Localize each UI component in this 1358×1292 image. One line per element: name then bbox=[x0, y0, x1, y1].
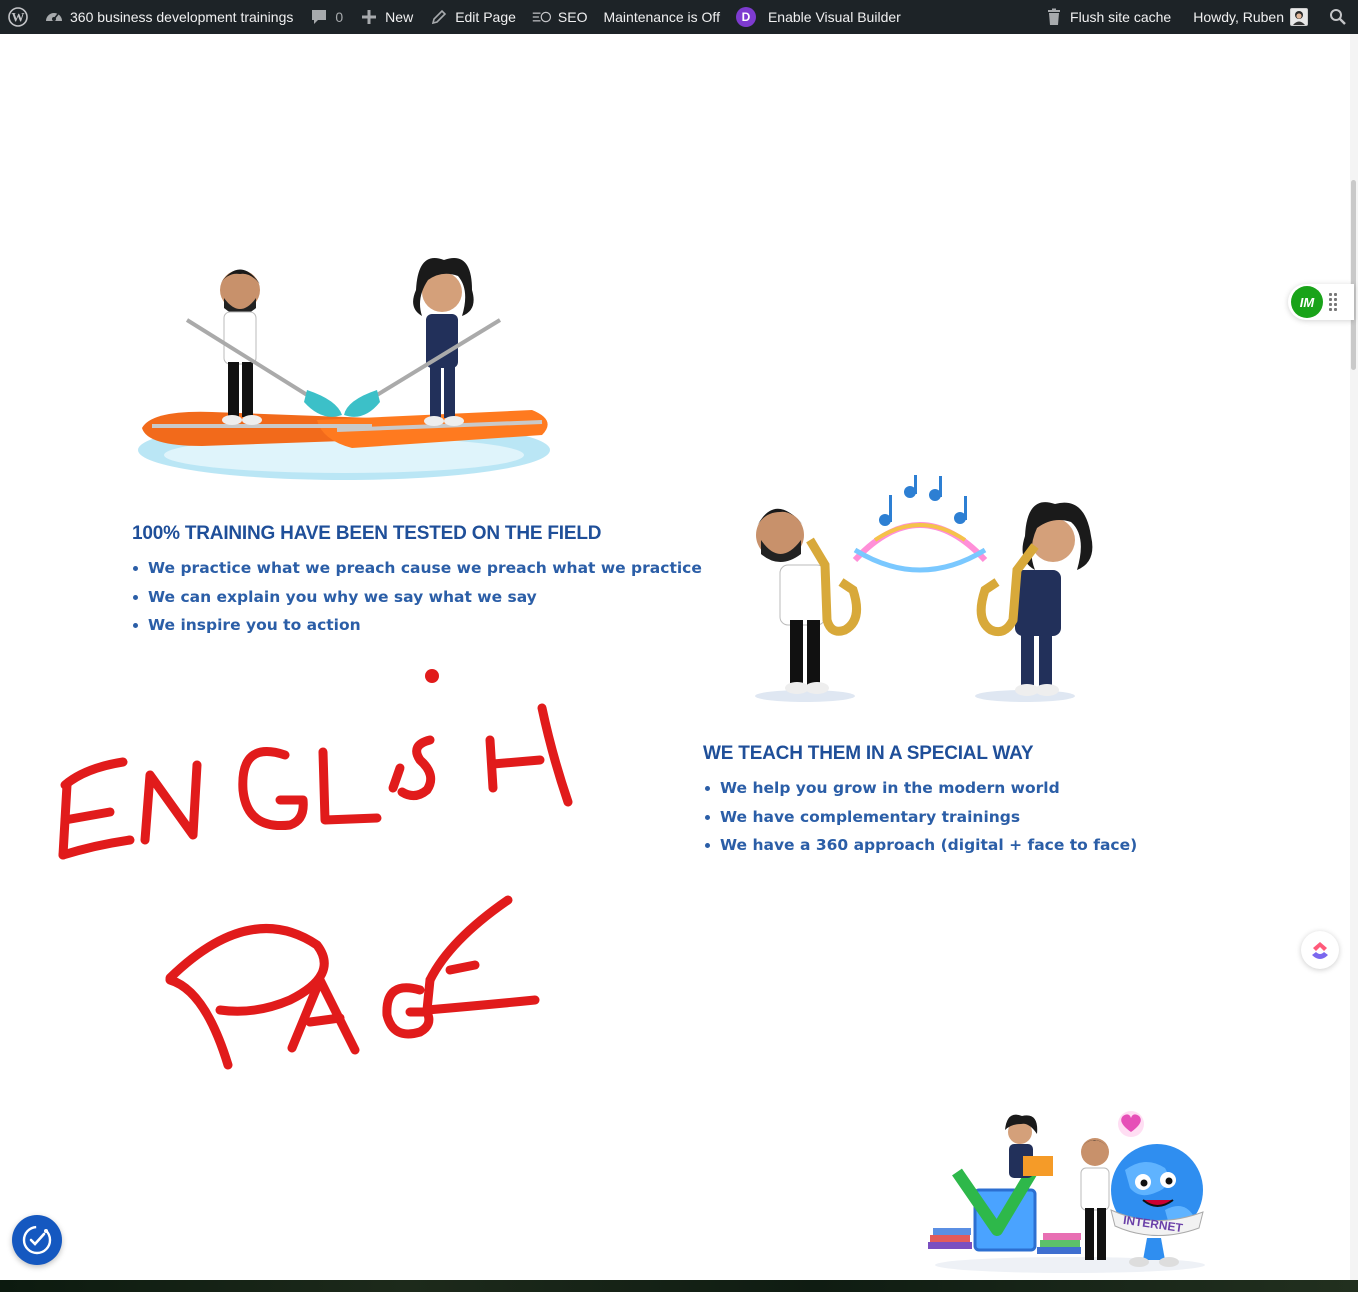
page-scrollbar[interactable] bbox=[1350, 34, 1358, 1280]
list-item: We inspire you to action bbox=[132, 611, 702, 640]
visual-builder-label: Enable Visual Builder bbox=[767, 9, 901, 25]
site-name-menu[interactable]: 360 business development trainings bbox=[36, 0, 301, 34]
comment-bubble-icon bbox=[309, 7, 329, 27]
flush-cache-button[interactable]: Flush site cache bbox=[1036, 0, 1185, 34]
new-label: New bbox=[385, 9, 414, 25]
list-item: We have complementary trainings bbox=[704, 803, 1137, 832]
list-item: We practice what we preach cause we prea… bbox=[132, 554, 702, 583]
paddleboard-illustration bbox=[138, 258, 550, 480]
seo-menu[interactable]: SEO bbox=[524, 0, 596, 34]
comments-menu[interactable]: 0 bbox=[301, 0, 351, 34]
section-1-heading: 100% TRAINING HAVE BEEN TESTED ON THE FI… bbox=[132, 523, 602, 544]
im-floating-widget[interactable]: IM bbox=[1288, 284, 1354, 320]
wp-logo-menu[interactable]: W bbox=[0, 0, 36, 34]
saxophone-illustration bbox=[755, 475, 1093, 702]
wordpress-icon: W bbox=[8, 7, 28, 27]
flush-cache-label: Flush site cache bbox=[1070, 9, 1172, 25]
new-content-menu[interactable]: New bbox=[351, 0, 421, 34]
seo-label: SEO bbox=[557, 9, 588, 25]
cookie-consent-button[interactable] bbox=[12, 1215, 62, 1265]
dashboard-gauge-icon bbox=[44, 7, 64, 27]
edit-page-label: Edit Page bbox=[455, 9, 516, 25]
edit-page-link[interactable]: Edit Page bbox=[421, 0, 524, 34]
list-item: We can explain you why we say what we sa… bbox=[132, 583, 702, 612]
drag-handle-icon[interactable] bbox=[1329, 293, 1337, 311]
maintenance-label: Maintenance is Off bbox=[603, 9, 720, 25]
svg-text:W: W bbox=[12, 10, 25, 25]
handwritten-english-page-scribble bbox=[58, 669, 573, 1070]
clickup-widget-button[interactable] bbox=[1301, 931, 1339, 969]
section-2-bullet-list: We help you grow in the modern world We … bbox=[704, 774, 1137, 860]
avatar bbox=[1290, 8, 1308, 26]
plus-icon bbox=[359, 7, 379, 27]
list-item: We have a 360 approach (digital + face t… bbox=[704, 831, 1137, 860]
section-2-heading: WE TEACH THEM IN A SPECIAL WAY bbox=[703, 743, 1034, 764]
seo-icon bbox=[532, 7, 552, 27]
clickup-logo-icon bbox=[1312, 942, 1328, 959]
howdy-label: Howdy, Ruben bbox=[1193, 9, 1284, 25]
search-button[interactable] bbox=[1316, 0, 1358, 34]
my-account-menu[interactable]: Howdy, Ruben bbox=[1185, 0, 1316, 34]
footer-background-strip bbox=[0, 1280, 1358, 1292]
comments-count: 0 bbox=[335, 9, 344, 25]
cookie-check-icon bbox=[22, 1225, 52, 1255]
visual-builder-link[interactable]: D Enable Visual Builder bbox=[728, 0, 909, 34]
wp-admin-bar: W 360 business development trainings 0 N… bbox=[0, 0, 1358, 34]
divi-logo-icon: D bbox=[735, 7, 756, 27]
internet-globe-illustration: INTERNET bbox=[928, 1111, 1205, 1273]
scrollbar-thumb[interactable] bbox=[1351, 180, 1356, 370]
list-item: We help you grow in the modern world bbox=[704, 774, 1137, 803]
maintenance-status[interactable]: Maintenance is Off bbox=[595, 0, 727, 34]
search-icon bbox=[1328, 7, 1348, 27]
pencil-icon bbox=[429, 7, 449, 27]
site-name-label: 360 business development trainings bbox=[70, 9, 294, 25]
trash-icon bbox=[1044, 7, 1064, 27]
section-1-bullet-list: We practice what we preach cause we prea… bbox=[132, 554, 702, 640]
im-logo-icon: IM bbox=[1291, 286, 1323, 318]
